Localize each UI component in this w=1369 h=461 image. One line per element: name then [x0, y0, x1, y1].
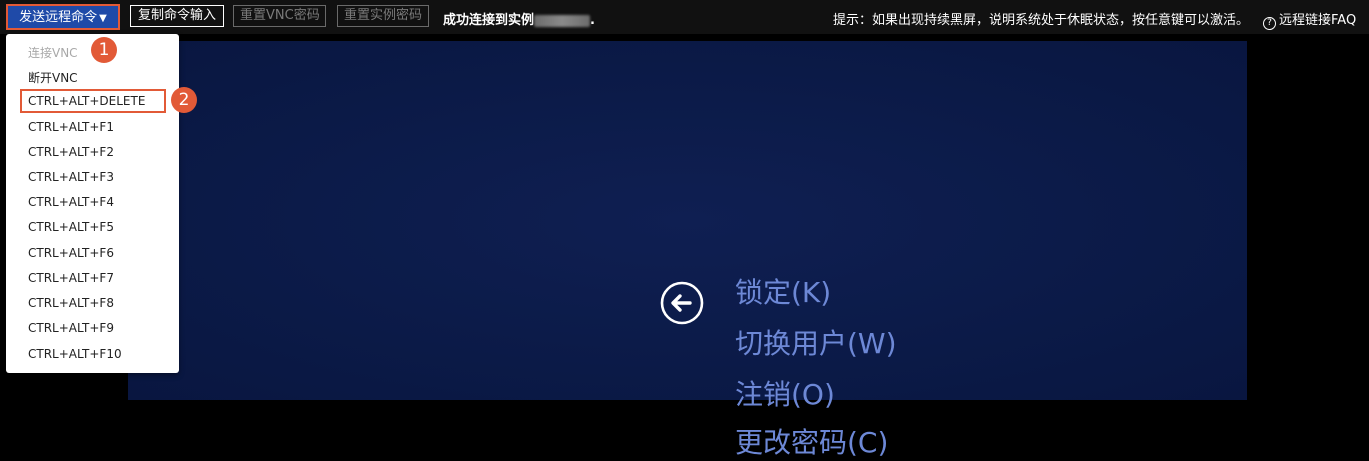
menu-item-ctrl-alt-f7[interactable]: CTRL+ALT+F7 [28, 271, 114, 285]
faq-link[interactable]: ? 远程链接FAQ [1263, 9, 1356, 30]
menu-item-ctrl-alt-f8[interactable]: CTRL+ALT+F8 [28, 296, 114, 310]
connection-status-suffix: . [590, 13, 595, 28]
reset-instance-password-button[interactable]: 重置实例密码 [337, 5, 429, 27]
menu-item-ctrl-alt-f9[interactable]: CTRL+ALT+F9 [28, 321, 114, 335]
reset-vnc-password-button[interactable]: 重置VNC密码 [233, 5, 326, 27]
faq-link-label: 远程链接FAQ [1279, 13, 1357, 28]
hint-text: 提示：如果出现持续黑屏，说明系统处于休眠状态，按任意键可以激活。 [833, 13, 1250, 28]
menu-item-ctrl-alt-f2[interactable]: CTRL+ALT+F2 [28, 145, 114, 159]
menu-item-ctrl-alt-f3[interactable]: CTRL+ALT+F3 [28, 170, 114, 184]
step-marker-2: 2 [171, 87, 197, 113]
change-password-option[interactable]: 更改密码(C) [735, 421, 888, 461]
switch-user-option[interactable]: 切换用户(W) [735, 322, 897, 362]
back-arrow-icon[interactable] [659, 280, 705, 326]
remote-command-dropdown: 连接VNC 断开VNC CTRL+ALT+DELETE CTRL+ALT+F1 … [6, 34, 179, 373]
caret-down-icon: ▼ [99, 13, 107, 24]
ctrl-alt-delete-highlight [20, 89, 166, 113]
menu-item-ctrl-alt-f10[interactable]: CTRL+ALT+F10 [28, 347, 122, 361]
menu-item-disconnect-vnc[interactable]: 断开VNC [28, 69, 78, 86]
lock-option[interactable]: 锁定(K) [735, 271, 831, 311]
logout-option[interactable]: 注销(O) [735, 373, 835, 413]
step-marker-1: 1 [91, 37, 117, 63]
send-remote-command-label: 发送远程命令 [19, 10, 98, 25]
menu-item-ctrl-alt-f4[interactable]: CTRL+ALT+F4 [28, 195, 114, 209]
connection-status-text: 成功连接到实例 [443, 13, 535, 28]
redacted-instance-id [534, 14, 591, 27]
menu-item-ctrl-alt-f5[interactable]: CTRL+ALT+F5 [28, 220, 114, 234]
menu-item-ctrl-alt-f1[interactable]: CTRL+ALT+F1 [28, 120, 114, 134]
connection-status: 成功连接到实例. [443, 9, 595, 28]
copy-command-input-button[interactable]: 复制命令输入 [130, 5, 224, 27]
send-remote-command-button[interactable]: 发送远程命令 ▼ [6, 4, 120, 30]
menu-item-ctrl-alt-f6[interactable]: CTRL+ALT+F6 [28, 246, 114, 260]
remote-screen[interactable]: 锁定(K) 切换用户(W) 注销(O) 更改密码(C) [128, 41, 1247, 459]
help-icon: ? [1263, 17, 1276, 30]
menu-item-connect-vnc[interactable]: 连接VNC [28, 44, 78, 61]
toolbar: 发送远程命令 ▼ 复制命令输入 重置VNC密码 重置实例密码 成功连接到实例. 提… [0, 0, 1369, 34]
